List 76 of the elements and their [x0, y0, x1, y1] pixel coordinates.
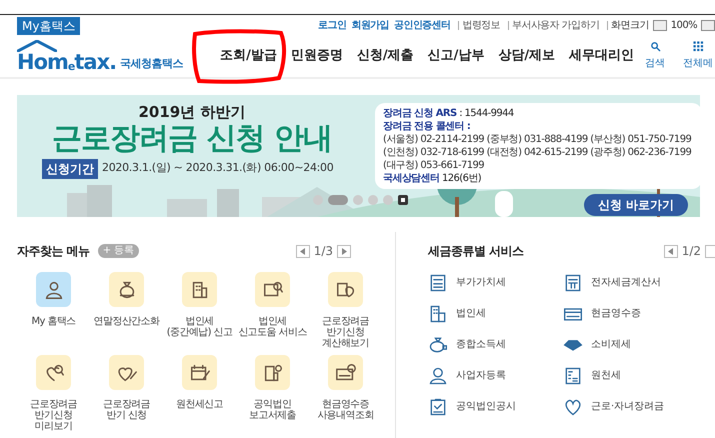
menu-shortcut[interactable]: 법인세 신고도움 서비스: [236, 272, 309, 349]
slide-dot[interactable]: [353, 195, 363, 205]
section-title: 세금종류별 서비스: [428, 243, 524, 260]
nav-item[interactable]: 민원증명: [284, 46, 350, 66]
top-link[interactable]: 회원가입: [351, 18, 389, 32]
page-indicator: 1/3: [314, 243, 333, 260]
stop-icon: [401, 198, 405, 202]
slide-dot[interactable]: [368, 195, 378, 205]
tax-service-link[interactable]: 현금영수증: [563, 303, 693, 324]
slide-dot[interactable]: [383, 195, 393, 205]
period-label: 신청기간: [42, 158, 98, 178]
banner-title: 근로장려금 신청 안내: [51, 120, 333, 156]
tax-service-link[interactable]: 공익법인공시: [428, 396, 563, 417]
right-arrow-icon: [342, 248, 346, 254]
tax-service-link[interactable]: 부가가치세: [428, 272, 563, 293]
left-arrow-icon: [668, 248, 674, 254]
tax-service-link[interactable]: 종합소득세: [428, 334, 563, 355]
menu-shortcut[interactable]: 근로장려금 반기 신청: [90, 355, 163, 432]
previous-button[interactable]: [296, 244, 310, 258]
screen-size-label: 화면크기: [611, 18, 649, 32]
zoom-value: 100%: [670, 18, 697, 32]
info-line: (인천청) 032-718-6199 (대전청) 042-615-2199 (광주청) 062-236-7199: [383, 146, 692, 159]
my-hometax-tab[interactable]: My홈택스: [17, 17, 80, 35]
tax-service-link[interactable]: 원천세: [563, 365, 693, 386]
logo-subtitle: 국세청홈택스: [120, 56, 184, 72]
top-link[interactable]: 공인인증센터: [394, 18, 450, 32]
menu-shortcut[interactable]: My 홈택스: [17, 272, 90, 349]
form-icon: [563, 366, 583, 386]
logo-wordmark: Hom$_{e}$tax.: [17, 52, 116, 72]
grid-menu-icon: [692, 41, 704, 52]
info-line: (대구청) 053-661-7199: [383, 159, 486, 172]
tax-service-link[interactable]: 사업자등록: [428, 365, 563, 386]
person-icon: [428, 366, 448, 386]
top-link[interactable]: 로그인: [318, 18, 346, 32]
menu-shortcut[interactable]: 연말정산간소화: [90, 272, 163, 349]
previous-button[interactable]: [664, 244, 678, 258]
zoom-in-button[interactable]: [701, 20, 715, 30]
toolbar-button[interactable]: 검색: [645, 41, 665, 71]
info-line: 장려금 신청 ARS : 1544-9944: [383, 107, 515, 120]
stop-button[interactable]: [398, 195, 408, 205]
clipboard-check-icon: [428, 396, 448, 416]
menu-shortcut[interactable]: 공익법인 보고서제출: [236, 355, 309, 432]
money-bag-icon: [428, 334, 448, 354]
tax-service-link[interactable]: 법인세: [428, 303, 563, 324]
nav-item[interactable]: 상담/제보: [491, 46, 562, 66]
top-link[interactable]: 부서사용자 가입하기: [512, 18, 600, 32]
menu-shortcut[interactable]: 근로장려금 반기신청 계산해보기: [309, 272, 382, 349]
toolbar-button[interactable]: 전체메: [683, 41, 713, 71]
next-button[interactable]: [705, 244, 715, 258]
page-indicator: 1/2: [682, 243, 701, 260]
info-line: 국세상담센터 126(6번): [383, 172, 482, 185]
menu-shortcut[interactable]: 원천세신고: [163, 355, 236, 432]
nav-item[interactable]: 세무대리인: [562, 46, 642, 66]
tax-service-link[interactable]: 전자세금계산서: [563, 272, 693, 293]
invoice-icon: [563, 272, 583, 292]
vat-document-icon: [428, 272, 448, 292]
next-button[interactable]: [337, 244, 351, 258]
nav-item[interactable]: 신고/납부: [420, 46, 492, 66]
top-link[interactable]: 법령정보: [462, 18, 500, 32]
apply-button[interactable]: 신청 바로가기: [584, 194, 688, 216]
period-text: 2020.3.1.(일) ~ 2020.3.31.(화) 06:00~24:00: [102, 160, 334, 176]
section-title: 자주찾는 메뉴: [17, 243, 90, 260]
zoom-out-button[interactable]: [652, 20, 667, 30]
info-line: (서울청) 02-2114-2199 (중부청) 031-888-4199 (부산청) 051-750-7199: [383, 133, 692, 146]
building-icon: [428, 304, 448, 324]
nav-item[interactable]: 신청/제출: [350, 46, 421, 66]
left-arrow-icon: [300, 248, 306, 254]
info-line: 장려금 전용 콜센터 :: [383, 120, 472, 133]
menu-shortcut[interactable]: 근로장려금 반기신청 미리보기: [17, 355, 90, 432]
house-roof-icon: [17, 40, 57, 52]
menu-shortcut[interactable]: 현금영수증 사용내역조회: [309, 355, 382, 432]
tax-service-link[interactable]: 근로·자녀장려금: [563, 396, 693, 417]
tax-service-link[interactable]: 소비제세: [563, 334, 693, 355]
menu-shortcut[interactable]: 법인세 (중간예납) 신고: [163, 272, 236, 349]
search-icon: [650, 41, 660, 52]
banner-subtitle: 2019년 하반기: [138, 104, 246, 120]
